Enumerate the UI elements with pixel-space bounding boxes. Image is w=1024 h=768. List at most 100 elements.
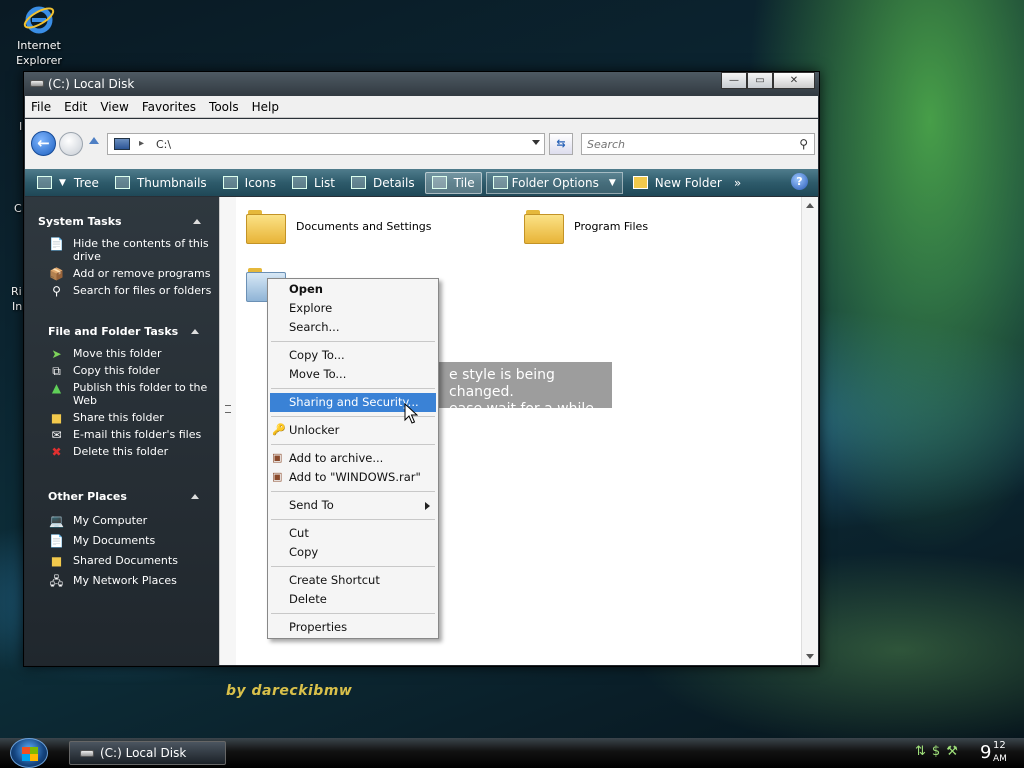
collapse-icon[interactable] — [191, 329, 199, 334]
search-input[interactable] — [582, 134, 782, 154]
new-folder-button[interactable]: New Folder » — [627, 172, 747, 194]
icons-label: Icons — [244, 175, 277, 190]
menu-separator — [271, 566, 435, 567]
clock[interactable]: 9 12 AM — [980, 740, 1007, 764]
search-icon[interactable]: ⚲ — [799, 137, 808, 151]
place-shared-documents[interactable]: ■ Shared Documents — [25, 554, 219, 568]
submenu-arrow-icon — [425, 502, 430, 510]
minimize-button[interactable]: — — [721, 72, 747, 89]
search-box[interactable]: ⚲ — [581, 133, 815, 155]
place-label: My Computer — [73, 514, 148, 527]
task-label: Publish this folder to the Web — [73, 381, 208, 407]
collapse-icon[interactable] — [193, 219, 201, 224]
thumbnails-button[interactable]: Thumbnails — [109, 172, 213, 194]
menu-edit[interactable]: Edit — [64, 100, 87, 114]
menu-item-copy-to[interactable]: Copy To... — [268, 346, 438, 365]
menu-item-explore[interactable]: Explore — [268, 299, 438, 318]
tray-arrows-icon[interactable]: ⇅ — [915, 744, 926, 759]
menu-favorites[interactable]: Favorites — [142, 100, 196, 114]
menu-item-search[interactable]: Search... — [268, 318, 438, 337]
section-header-system-tasks[interactable]: System Tasks — [25, 213, 219, 231]
menu-item-properties[interactable]: Properties — [268, 618, 438, 637]
folder-item[interactable]: Documents and Settings — [246, 208, 432, 244]
taskbar-button-local-disk[interactable]: (C:) Local Disk — [69, 741, 226, 765]
splitter-grip-icon — [225, 405, 231, 413]
task-search-files[interactable]: ⚲ Search for files or folders — [25, 284, 219, 298]
close-button[interactable]: ✕ — [773, 72, 815, 89]
icons-button[interactable]: Icons — [217, 172, 282, 194]
task-email-files[interactable]: ✉ E-mail this folder's files — [25, 428, 219, 442]
folder-options-button[interactable]: Folder Options ▼ — [485, 171, 623, 194]
vertical-scrollbar[interactable] — [801, 197, 818, 665]
task-copy-folder[interactable]: ⧉ Copy this folder — [25, 364, 219, 378]
title-bar[interactable]: (C:) Local Disk — ▭ ✕ — [24, 72, 819, 94]
email-icon: ✉ — [51, 428, 62, 442]
refresh-button[interactable]: ⇆ — [549, 133, 573, 155]
window-title: (C:) Local Disk — [48, 77, 135, 91]
chevron-down-icon[interactable]: ▼ — [609, 178, 616, 188]
tray-s-icon[interactable]: $ — [932, 744, 940, 759]
place-network[interactable]: 🖧 My Network Places — [25, 574, 219, 588]
forward-button[interactable] — [59, 132, 83, 156]
menu-separator — [271, 519, 435, 520]
folder-icon — [246, 208, 286, 244]
menu-tools[interactable]: Tools — [209, 100, 239, 114]
task-hide-contents[interactable]: 📄 Hide the contents of this drive — [25, 237, 219, 263]
tile-button[interactable]: Tile — [424, 171, 482, 194]
details-button[interactable]: Details — [345, 172, 421, 194]
clock-minute: 12 — [993, 740, 1006, 751]
pane-splitter[interactable] — [219, 197, 236, 665]
list-button[interactable]: List — [286, 172, 341, 194]
section-title: Other Places — [48, 490, 127, 503]
notice-line: ease wait for a while. — [449, 401, 599, 417]
tree-label: Tree — [73, 175, 99, 190]
menu-item-copy[interactable]: Copy — [268, 543, 438, 562]
back-button[interactable]: ← — [31, 131, 56, 156]
task-share-folder[interactable]: ■ Share this folder — [25, 411, 219, 425]
folder-item[interactable]: Program Files — [524, 208, 648, 244]
collapse-icon[interactable] — [191, 494, 199, 499]
menu-file[interactable]: File — [31, 100, 51, 114]
menu-item-send-to[interactable]: Send To — [268, 496, 438, 515]
task-label: E-mail this folder's files — [73, 428, 202, 441]
menu-item-label: Add to archive... — [289, 451, 384, 465]
task-add-remove-programs[interactable]: 📦 Add or remove programs — [25, 267, 219, 281]
place-my-documents[interactable]: 📄 My Documents — [25, 534, 219, 548]
partial-desktop-label: In — [12, 300, 23, 313]
section-header-other-places[interactable]: Other Places — [25, 488, 219, 506]
menu-item-add-to-rar[interactable]: ▣ Add to "WINDOWS.rar" — [268, 468, 438, 487]
tray-tools-icon[interactable]: ⚒ — [946, 744, 958, 759]
more-chevron-icon[interactable]: » — [734, 176, 741, 190]
maximize-button[interactable]: ▭ — [747, 72, 773, 89]
menu-item-label: Send To — [289, 498, 334, 512]
menu-help[interactable]: Help — [252, 100, 279, 114]
menu-item-delete[interactable]: Delete — [268, 590, 438, 609]
start-button[interactable] — [10, 738, 48, 768]
menu-item-open[interactable]: Open — [268, 280, 438, 299]
menu-item-create-shortcut[interactable]: Create Shortcut — [268, 571, 438, 590]
menu-item-move-to[interactable]: Move To... — [268, 365, 438, 384]
menu-view[interactable]: View — [100, 100, 128, 114]
section-header-file-folder-tasks[interactable]: File and Folder Tasks — [25, 323, 219, 341]
details-view-icon — [351, 176, 366, 189]
hide-contents-icon: 📄 — [49, 237, 64, 251]
menu-item-add-to-archive[interactable]: ▣ Add to archive... — [268, 449, 438, 468]
task-delete-folder[interactable]: ✖ Delete this folder — [25, 445, 219, 459]
address-bar[interactable]: ▸ C:\ — [107, 133, 545, 155]
clock-hour: 9 — [980, 742, 992, 763]
up-folder-icon[interactable] — [89, 137, 99, 144]
menu-item-cut[interactable]: Cut — [268, 524, 438, 543]
refresh-icon: ⇆ — [556, 137, 566, 150]
task-publish-web[interactable]: ▲ Publish this folder to the Web — [25, 381, 219, 407]
scroll-up-icon[interactable] — [806, 203, 814, 208]
tree-button[interactable]: ▼ Tree — [31, 172, 105, 194]
place-my-computer[interactable]: 💻 My Computer — [25, 514, 219, 528]
menu-bar: File Edit View Favorites Tools Help — [25, 96, 818, 118]
place-label: Shared Documents — [73, 554, 178, 567]
help-icon[interactable]: ? — [791, 173, 808, 190]
place-label: My Documents — [73, 534, 156, 547]
desktop-icon-internet-explorer[interactable]: Internet Explorer — [10, 2, 68, 68]
task-move-folder[interactable]: ➤ Move this folder — [25, 347, 219, 361]
scroll-down-icon[interactable] — [806, 654, 814, 659]
chevron-down-icon[interactable] — [532, 140, 540, 145]
